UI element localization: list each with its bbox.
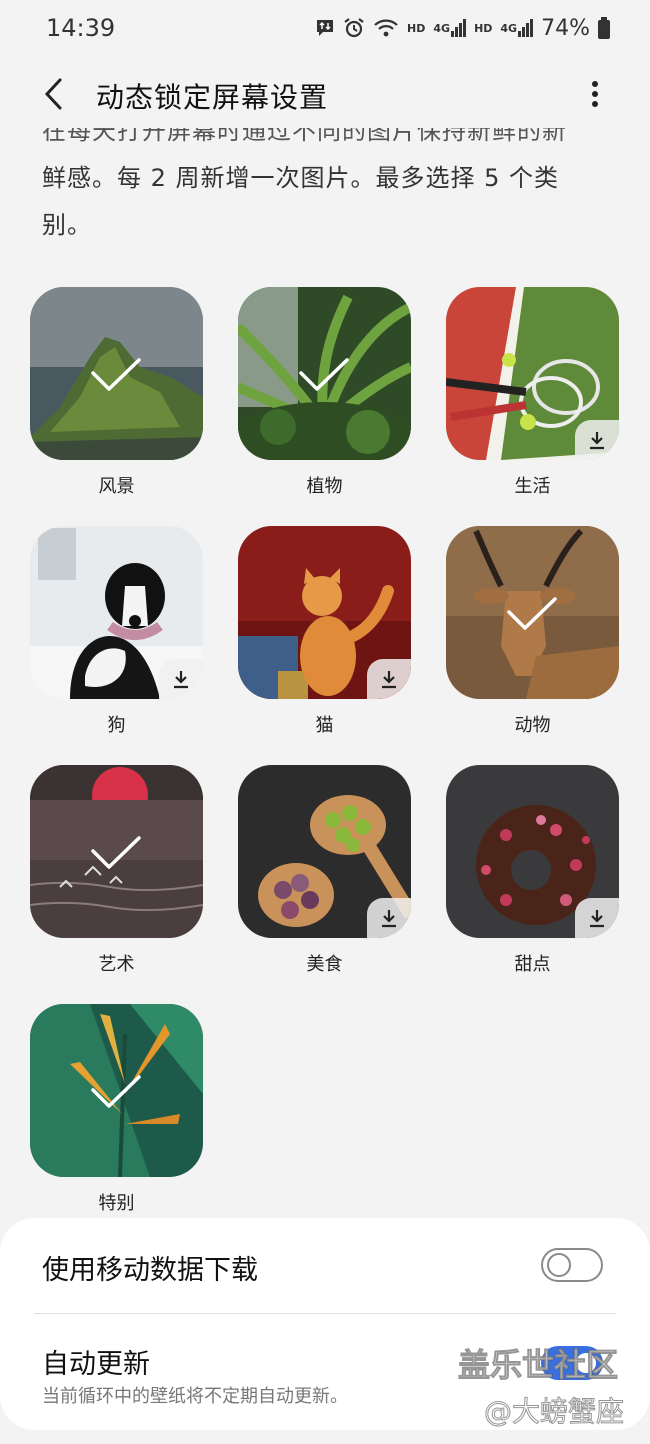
category-grid: 风景 植物 生活 狗 猫 动物 艺术 美食 甜点 特别 [30,287,620,1215]
status-icons: HD 4G HD 4G 74% [315,16,610,41]
toggle-knob [547,1253,571,1277]
mobile-data-label[interactable]: 使用移动数据下载 [42,1248,258,1287]
art-thumbnail[interactable] [30,765,203,938]
checkmark-icon [91,836,141,869]
category-label: 甜点 [514,954,551,975]
download-icon [174,671,188,689]
category-animals[interactable]: 动物 [446,526,619,737]
back-button[interactable] [34,74,74,114]
plants-thumbnail[interactable] [238,287,411,460]
category-label: 生活 [514,476,551,497]
category-label: 动物 [514,715,551,736]
category-label: 猫 [315,715,334,736]
category-food[interactable]: 美食 [238,765,411,976]
category-art[interactable]: 艺术 [30,765,203,976]
download-icon [382,671,396,689]
download-button[interactable] [575,898,619,938]
checkmark-icon [91,1075,141,1108]
wifi-icon [373,18,399,38]
description-text: 在每天打开屏幕时通过不同的图片保持新鲜的新 鲜感。每 2 周新增一次图片。最多选… [42,128,567,239]
battery-percent: 74% [541,15,590,41]
status-time: 14:39 [46,14,116,42]
category-dessert[interactable]: 甜点 [446,765,619,976]
life-thumbnail[interactable] [446,287,619,460]
divider [34,1313,616,1314]
battery-icon [598,17,610,39]
signal-icon-2: 4G [500,18,534,38]
hd-label-1: HD [407,21,426,35]
download-button[interactable] [575,420,619,460]
download-button[interactable] [159,659,203,699]
auto-update-description: 当前循环中的壁纸将不定期自动更新。 [42,1386,348,1407]
more-options-button[interactable] [578,74,612,114]
category-dog[interactable]: 狗 [30,526,203,737]
page-title: 动态锁定屏幕设置 [96,81,329,114]
description-area: 在每天打开屏幕时通过不同的图片保持新鲜的新 鲜感。每 2 周新增一次图片。最多选… [0,128,650,260]
category-cat[interactable]: 猫 [238,526,411,737]
category-label: 美食 [306,954,343,975]
dog-thumbnail[interactable] [30,526,203,699]
dessert-thumbnail[interactable] [446,765,619,938]
download-icon [590,432,604,450]
category-life[interactable]: 生活 [446,287,619,498]
category-label: 狗 [107,715,126,736]
category-label: 特别 [98,1193,135,1214]
more-vert-icon [592,81,598,107]
food-thumbnail[interactable] [238,765,411,938]
category-label: 艺术 [98,954,135,975]
category-landscape[interactable]: 风景 [30,287,203,498]
chevron-left-icon [44,78,62,110]
app-bar: 动态锁定屏幕设置 [0,62,650,126]
mobile-data-toggle[interactable] [541,1248,603,1282]
auto-update-label[interactable]: 自动更新 [42,1342,150,1381]
checkmark-icon [507,597,557,630]
category-label: 植物 [306,476,343,497]
checkmark-icon [91,358,141,391]
data-transfer-icon [315,19,335,37]
download-button[interactable] [367,898,411,938]
download-button[interactable] [367,659,411,699]
hd-label-2: HD [474,21,493,35]
landscape-thumbnail[interactable] [30,287,203,460]
status-bar: 14:39 HD 4G HD 4G 74% [0,0,650,56]
download-icon [590,910,604,928]
cat-thumbnail[interactable] [238,526,411,699]
animals-thumbnail[interactable] [446,526,619,699]
checkmark-icon [299,358,349,391]
category-plants[interactable]: 植物 [238,287,411,498]
download-icon [382,910,396,928]
category-special[interactable]: 特别 [30,1004,203,1215]
alarm-icon [343,17,365,39]
special-thumbnail[interactable] [30,1004,203,1177]
watermark-handle: @大螃蟹座 [483,1395,625,1429]
category-label: 风景 [98,476,135,497]
watermark-text: 盖乐世社区 [457,1346,619,1385]
signal-icon-1: 4G [433,18,467,38]
